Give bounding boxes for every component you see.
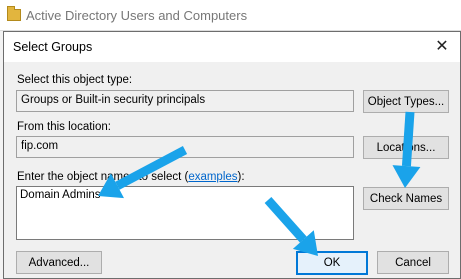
- cancel-button[interactable]: Cancel: [377, 251, 449, 274]
- background-window-title: Active Directory Users and Computers: [26, 8, 248, 23]
- select-groups-dialog: Select Groups ✕ Select this object type:…: [3, 31, 461, 279]
- object-type-field: Groups or Built-in security principals: [16, 90, 354, 112]
- location-label: From this location:: [17, 121, 111, 133]
- object-type-label: Select this object type:: [17, 74, 133, 86]
- dialog-titlebar: Select Groups ✕: [4, 32, 460, 62]
- locations-button[interactable]: Locations...: [363, 136, 449, 159]
- object-names-label: Enter the object names to select (exampl…: [17, 171, 245, 183]
- background-titlebar: Active Directory Users and Computers: [0, 0, 461, 31]
- check-names-button[interactable]: Check Names: [363, 187, 449, 210]
- object-names-label-end: ):: [237, 171, 245, 183]
- ok-button[interactable]: OK: [296, 251, 368, 275]
- object-names-textarea[interactable]: [16, 186, 354, 240]
- advanced-button[interactable]: Advanced...: [16, 251, 102, 274]
- examples-link[interactable]: examples: [188, 171, 237, 183]
- folder-icon: [7, 6, 21, 21]
- dialog-title: Select Groups: [13, 40, 93, 54]
- close-icon[interactable]: ✕: [432, 37, 452, 57]
- object-names-label-text: Enter the object names to select (: [17, 171, 189, 183]
- object-types-button[interactable]: Object Types...: [363, 90, 449, 113]
- location-field: fip.com: [16, 136, 354, 158]
